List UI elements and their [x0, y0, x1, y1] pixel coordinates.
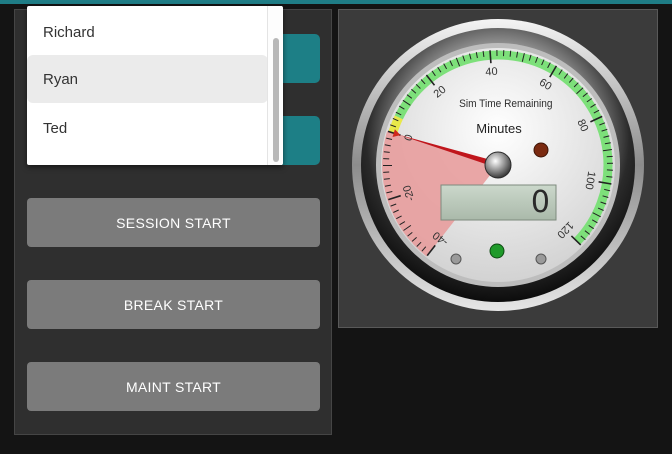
scale-tick: [489, 50, 492, 64]
scale-label: 40: [485, 66, 498, 79]
dropdown-option-ryan[interactable]: Ryan: [27, 55, 268, 103]
dropdown-option-richard[interactable]: Richard: [27, 8, 268, 56]
right-screw: [535, 253, 547, 265]
gauge-units-label: Minutes: [476, 121, 522, 136]
left-screw: [450, 253, 462, 265]
dropdown-option-ted[interactable]: Ted: [27, 104, 268, 152]
top-accent-bar: [0, 0, 672, 4]
green-status-led: [489, 243, 505, 259]
gauge-title: Sim Time Remaining: [459, 98, 553, 110]
scale-tick: [383, 178, 390, 180]
gauge-panel: -40-20020406080100120 Sim Time Remaining…: [338, 9, 658, 328]
session-start-button[interactable]: SESSION START: [27, 198, 320, 247]
gauge-digital-readout: 0: [530, 184, 550, 220]
red-status-led: [533, 142, 549, 158]
scale-tick: [509, 50, 512, 57]
scale-tick: [606, 176, 613, 178]
maint-start-button[interactable]: MAINT START: [27, 362, 320, 411]
scale-tick: [383, 151, 390, 153]
break-start-button[interactable]: BREAK START: [27, 280, 320, 329]
dropdown-scrollbar-thumb[interactable]: [273, 38, 279, 162]
needle-hub: [484, 151, 512, 179]
time-gauge: -40-20020406080100120: [352, 19, 644, 311]
name-dropdown-list[interactable]: Richard Ryan Ted: [27, 6, 283, 165]
